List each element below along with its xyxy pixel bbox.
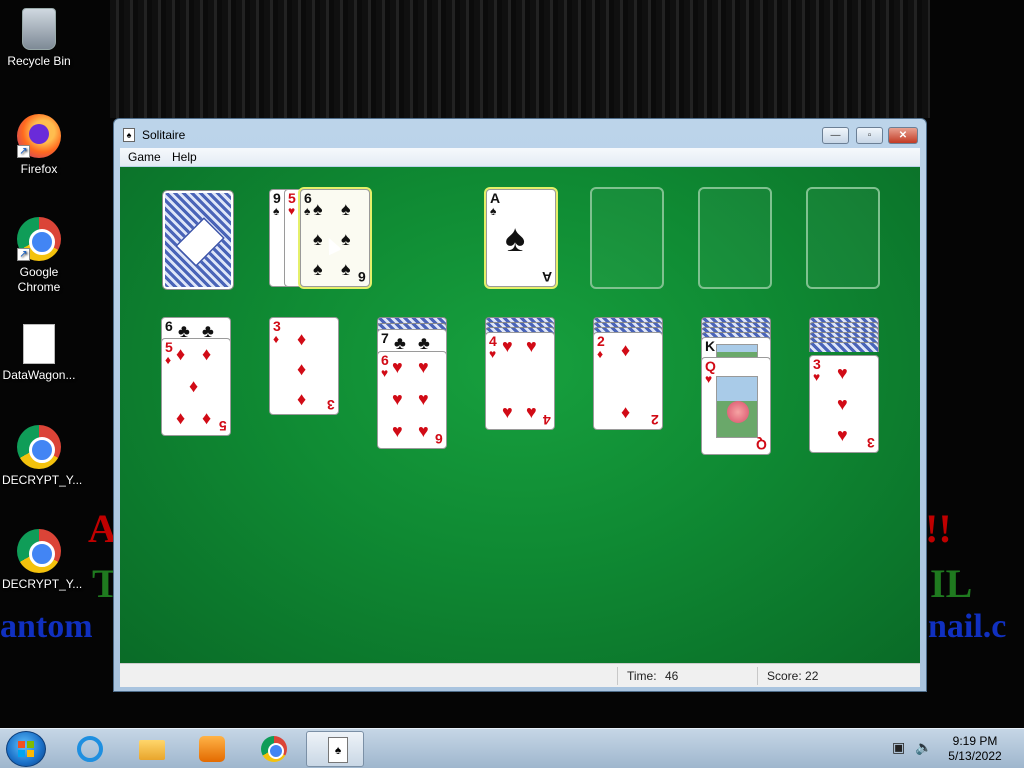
status-divider (617, 667, 618, 685)
foundation-4-empty[interactable] (806, 187, 880, 289)
tableau-7-card[interactable]: 3 ♥ ♥ ♥ ♥ 3 (809, 355, 879, 453)
start-button[interactable] (6, 731, 46, 767)
desktop-icon-decrypt-1[interactable]: DECRYPT_Y... (2, 425, 82, 488)
shortcut-arrow-icon: ↗ (17, 145, 30, 158)
tableau-3-card[interactable]: 6 ♥ ♥ ♥ ♥ ♥ ♥ ♥ 6 (377, 351, 447, 449)
solitaire-window: ♠ Solitaire — ▫ ✕ Game Help 9 ♠ 5 ♥ 6 ♠ … (113, 118, 927, 692)
maximize-button[interactable]: ▫ (856, 127, 883, 144)
taskbar-file-explorer[interactable] (122, 731, 180, 767)
time-label: Time: (627, 669, 657, 683)
stock-pile[interactable] (162, 190, 234, 290)
chrome-icon (17, 425, 61, 469)
desktop-icon-label: DataWagon... (2, 368, 76, 382)
clock-date: 5/13/2022 (948, 749, 1002, 763)
taskbar-chrome[interactable] (244, 731, 302, 767)
chrome-icon (17, 529, 61, 573)
desktop-icon-label: Google Chrome (17, 265, 61, 294)
solitaire-app-icon[interactable]: ♠ (123, 128, 135, 142)
tableau-2-card[interactable]: 3 ♦ ♦ ♦ ♦ 3 (269, 317, 339, 415)
desktop-icon-label: Recycle Bin (7, 54, 71, 68)
tableau-1-card[interactable]: 5 ♦ ♦ ♦ ♦ ♦ ♦ 5 (161, 338, 231, 436)
taskbar-solitaire[interactable]: ♠ (306, 731, 364, 767)
game-table[interactable]: 9 ♠ 5 ♥ 6 ♠ ♠ ♠ ♠ ♠ ♠ ♠ 6 A ♠ ♠ A 6 ♣ ♣ … (120, 167, 920, 663)
wallpaper-text: IL (930, 561, 973, 606)
score-display: Score: 22 (767, 669, 819, 683)
wallpaper-text: !! (925, 506, 952, 551)
network-icon[interactable]: ▣ (892, 739, 905, 756)
wallpaper-text: nail.c (928, 608, 1007, 645)
taskbar: ♠ ▣ 🔈 9:19 PM 5/13/2022 (0, 728, 1024, 768)
shortcut-arrow-icon: ↗ (17, 248, 30, 261)
foundation-2-empty[interactable] (590, 187, 664, 289)
chrome-icon: ↗ (17, 217, 61, 261)
taskbar-internet-explorer[interactable] (60, 731, 118, 767)
desktop-icon-decrypt-2[interactable]: DECRYPT_Y... (2, 529, 82, 592)
tableau-7-hidden-card (809, 342, 879, 352)
clock-time: 9:19 PM (952, 734, 998, 748)
wallpaper-banner (110, 0, 930, 118)
desktop-icon-recycle-bin[interactable]: Recycle Bin (2, 8, 76, 69)
status-divider (757, 667, 758, 685)
window-title: Solitaire (142, 128, 186, 142)
tableau-6-card[interactable]: Q ♥ Q (701, 357, 771, 455)
foundation-3-empty[interactable] (698, 187, 772, 289)
firefox-icon: ↗ (17, 114, 61, 158)
desktop-icon-label: DECRYPT_Y... (2, 473, 83, 487)
tableau-4-card[interactable]: 4 ♥ ♥ ♥ ♥ ♥ 4 (485, 332, 555, 430)
media-player-icon (199, 736, 225, 762)
time-value: 46 (665, 669, 679, 683)
desktop-icon-label: Firefox (20, 162, 58, 176)
system-clock[interactable]: 9:19 PM 5/13/2022 (940, 734, 1010, 764)
desktop-icon-firefox[interactable]: ↗ Firefox (2, 114, 76, 177)
menu-game[interactable]: Game (128, 150, 161, 164)
desktop-icon-google-chrome[interactable]: ↗ Google Chrome (2, 217, 76, 295)
menu-bar: Game Help (120, 148, 920, 166)
folder-icon (139, 740, 165, 760)
minimize-button[interactable]: — (822, 127, 849, 144)
chrome-icon (261, 736, 287, 762)
queen-face-art (716, 376, 758, 438)
title-bar[interactable]: ♠ Solitaire — ▫ ✕ (114, 119, 926, 147)
desktop-icon-label: DECRYPT_Y... (2, 577, 83, 591)
menu-help[interactable]: Help (172, 150, 197, 164)
volume-icon[interactable]: 🔈 (915, 739, 932, 756)
solitaire-icon: ♠ (328, 737, 348, 763)
document-icon (23, 324, 55, 364)
taskbar-media-player[interactable] (182, 731, 240, 767)
close-button[interactable]: ✕ (888, 127, 918, 144)
status-bar: Time: 46 Score: 22 (120, 663, 920, 687)
recycle-bin-icon (22, 8, 56, 50)
internet-explorer-icon (77, 736, 103, 762)
tableau-5-card[interactable]: 2 ♦ ♦ ♦ 2 (593, 332, 663, 430)
wallpaper-text: antom (0, 608, 93, 645)
desktop-icon-datawagon[interactable]: DataWagon... (2, 324, 76, 383)
foundation-1[interactable]: A ♠ ♠ A (486, 189, 556, 287)
